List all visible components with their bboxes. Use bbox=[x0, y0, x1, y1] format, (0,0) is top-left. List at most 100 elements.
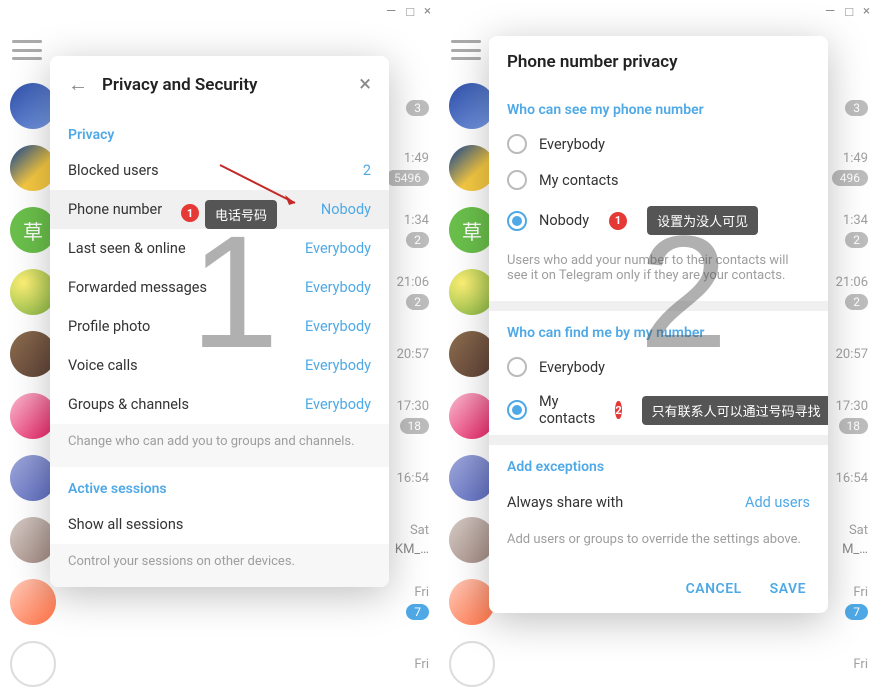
unread-badge: 2 bbox=[845, 294, 868, 310]
always-share-row[interactable]: Always share with Add users bbox=[489, 483, 828, 522]
chat-time: Sat bbox=[842, 523, 868, 538]
chat-time: 1:49 bbox=[386, 151, 429, 166]
chat-row[interactable]: Fri bbox=[439, 633, 878, 695]
chat-time: 16:54 bbox=[836, 471, 868, 486]
chat-meta: Fri bbox=[853, 657, 868, 672]
groups-channels-row[interactable]: Groups & channels Everybody bbox=[50, 385, 389, 424]
radio-icon bbox=[507, 211, 527, 231]
unread-badge: 496 bbox=[832, 170, 868, 186]
chat-time: 21:06 bbox=[397, 275, 429, 290]
unread-badge: 3 bbox=[845, 100, 868, 116]
setting-label: Forwarded messages bbox=[68, 279, 207, 296]
radio-everybody-find[interactable]: Everybody bbox=[489, 349, 828, 385]
chat-time: 1:34 bbox=[843, 213, 868, 228]
hamburger-icon[interactable] bbox=[451, 40, 481, 60]
forwarded-row[interactable]: Forwarded messages Everybody bbox=[50, 268, 389, 307]
setting-value: 2 bbox=[363, 162, 371, 179]
chat-meta: Sat KM_… bbox=[395, 523, 429, 557]
setting-label: Last seen & online bbox=[68, 240, 186, 257]
radio-contacts-see[interactable]: My contacts bbox=[489, 162, 828, 198]
unread-badge: 2 bbox=[845, 232, 868, 248]
radio-contacts-find[interactable]: My contacts 2 只有联系人可以通过号码寻找 bbox=[489, 385, 828, 435]
chat-preview: KM_… bbox=[395, 542, 429, 557]
hamburger-icon[interactable] bbox=[12, 40, 42, 60]
who-can-see-label: Who can see my phone number bbox=[489, 88, 828, 126]
unread-badge: 2 bbox=[406, 294, 429, 310]
divider bbox=[489, 301, 828, 311]
exceptions-hint: Add users or groups to override the sett… bbox=[489, 522, 828, 565]
dialog-header: Phone number privacy bbox=[489, 36, 828, 88]
chat-time: 1:49 bbox=[832, 151, 868, 166]
setting-label: Voice calls bbox=[68, 357, 138, 374]
window-controls: — □ × bbox=[825, 4, 870, 20]
chat-time: Fri bbox=[406, 585, 429, 600]
chat-preview: M_… bbox=[842, 542, 868, 557]
radio-nobody-see[interactable]: Nobody 1 设置为没人可见 bbox=[489, 198, 828, 243]
radio-label: Nobody bbox=[539, 212, 589, 229]
right-pane: — □ × 31:49496草1:34221:06220:5717:301816… bbox=[439, 0, 878, 635]
setting-label: Profile photo bbox=[68, 318, 150, 335]
unread-badge: 3 bbox=[406, 100, 429, 116]
unread-badge: 2 bbox=[406, 232, 429, 248]
window-controls: — □ × bbox=[386, 4, 431, 20]
avatar bbox=[449, 641, 495, 687]
chat-meta: 1:34 2 bbox=[404, 213, 429, 248]
left-pane: — □ × 31:495496草1:34221:06220:5717:30181… bbox=[0, 0, 439, 635]
last-seen-row[interactable]: Last seen & online Everybody bbox=[50, 229, 389, 268]
chat-time: 17:30 bbox=[836, 399, 868, 414]
minimize-icon[interactable]: — bbox=[825, 4, 835, 20]
radio-everybody-see[interactable]: Everybody bbox=[489, 126, 828, 162]
privacy-security-dialog: ← Privacy and Security × Privacy Blocked… bbox=[50, 56, 389, 587]
chat-meta: 20:57 bbox=[397, 347, 429, 362]
annotation-badge-1: 1 bbox=[609, 212, 627, 230]
cancel-button[interactable]: CANCEL bbox=[686, 581, 742, 597]
groups-hint: Change who can add you to groups and cha… bbox=[50, 424, 389, 467]
close-icon[interactable]: × bbox=[359, 72, 371, 97]
save-button[interactable]: SAVE bbox=[770, 581, 806, 597]
chat-time: 1:34 bbox=[404, 213, 429, 228]
radio-icon bbox=[507, 400, 527, 420]
avatar bbox=[10, 579, 56, 625]
chat-meta: 1:495496 bbox=[386, 151, 429, 186]
chat-time: 20:57 bbox=[397, 347, 429, 362]
dialog-actions: CANCEL SAVE bbox=[489, 565, 828, 613]
annotation-tooltip-contacts: 只有联系人可以通过号码寻找 bbox=[642, 396, 828, 425]
show-sessions-row[interactable]: Show all sessions bbox=[50, 505, 389, 544]
maximize-icon[interactable]: □ bbox=[406, 4, 414, 20]
minimize-icon[interactable]: — bbox=[386, 4, 396, 20]
chat-time: Fri bbox=[853, 657, 868, 672]
voice-calls-row[interactable]: Voice calls Everybody bbox=[50, 346, 389, 385]
chat-row[interactable]: Fri bbox=[0, 633, 439, 695]
setting-label: Show all sessions bbox=[68, 516, 183, 533]
avatar bbox=[10, 641, 56, 687]
chat-time: Sat bbox=[395, 523, 429, 538]
dialog-title: Phone number privacy bbox=[507, 52, 678, 72]
setting-value: Everybody bbox=[305, 318, 371, 335]
annotation-badge-1: 1 bbox=[181, 204, 199, 222]
chat-meta: Sat M_… bbox=[842, 523, 868, 557]
profile-photo-row[interactable]: Profile photo Everybody bbox=[50, 307, 389, 346]
chat-meta: 21:06 2 bbox=[397, 275, 429, 310]
add-users-link[interactable]: Add users bbox=[745, 494, 810, 511]
setting-value: Everybody bbox=[305, 357, 371, 374]
sessions-hint: Control your sessions on other devices. bbox=[50, 544, 389, 587]
unread-badge: 18 bbox=[400, 418, 430, 434]
radio-icon bbox=[507, 357, 527, 377]
see-hint: Users who add your number to their conta… bbox=[489, 243, 828, 301]
close-icon[interactable]: × bbox=[424, 4, 431, 20]
blocked-users-row[interactable]: Blocked users 2 bbox=[50, 151, 389, 190]
chat-meta: 3 bbox=[845, 96, 868, 116]
chat-meta: 17:3018 bbox=[836, 399, 868, 434]
setting-value: Everybody bbox=[305, 279, 371, 296]
close-icon[interactable]: × bbox=[863, 4, 870, 20]
chat-time: 20:57 bbox=[836, 347, 868, 362]
back-arrow-icon[interactable]: ← bbox=[68, 72, 88, 97]
annotation-tooltip-phone: 电话号码 bbox=[205, 200, 277, 229]
radio-icon bbox=[507, 170, 527, 190]
maximize-icon[interactable]: □ bbox=[845, 4, 853, 20]
chat-meta: Fri bbox=[414, 657, 429, 672]
setting-label: Blocked users bbox=[68, 162, 159, 179]
annotation-tooltip-nobody: 设置为没人可见 bbox=[647, 206, 758, 235]
setting-label: Always share with bbox=[507, 494, 623, 511]
chat-meta: 20:57 bbox=[836, 347, 868, 362]
